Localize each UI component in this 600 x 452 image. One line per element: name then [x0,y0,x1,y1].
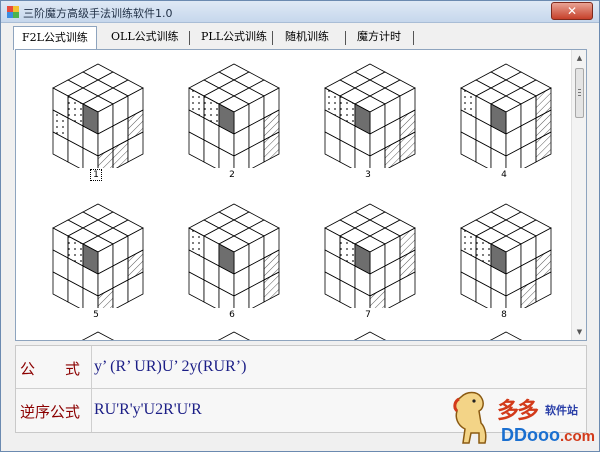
app-grid-icon [7,6,19,18]
formula-label: 公 式 [20,360,81,378]
f2l-case[interactable]: 7 [308,198,428,328]
tab-random[interactable]: 随机训练 [277,27,337,49]
site-watermark: 多多 软件站 DDooo.com [447,387,600,452]
f2l-case[interactable]: 4 [444,58,564,188]
cube-diagram [460,63,552,168]
f2l-case[interactable]: 2 [172,58,292,188]
f2l-case[interactable]: 8 [444,198,564,328]
cube-diagram [460,203,552,308]
f2l-case[interactable]: 3 [308,58,428,188]
case-number-label: 7 [365,310,371,320]
scroll-up-icon[interactable]: ▲ [574,52,585,64]
cube-diagram [188,63,280,168]
tab-divider [413,31,414,45]
tab-bar: F2L公式训练 OLL公式训练 PLL公式训练 随机训练 魔方计时 [9,26,593,50]
cube-diagram [188,203,280,308]
cube-diagram [52,203,144,308]
tab-oll[interactable]: OLL公式训练 [103,27,187,49]
watermark-brand: 多多 [497,398,539,424]
case-number-label: 5 [93,310,99,320]
app-window: 三阶魔方高级手法训练软件1.0 ✕ F2L公式训练 OLL公式训练 PLL公式训… [0,0,600,452]
case-number-label: 1 [90,169,102,181]
f2l-case-partial[interactable] [172,326,292,340]
scroll-thumb[interactable] [575,68,584,118]
cube-diagram [52,63,144,168]
case-number-label: 6 [229,310,235,320]
tab-divider [189,31,190,45]
case-panel: 1 2 3 4 5 6 7 8 ▲ ▼ [15,49,587,341]
vertical-scrollbar[interactable]: ▲ ▼ [571,50,586,340]
reverse-formula-value: RU'R'y'U2R'U'R [94,401,202,418]
title-bar[interactable]: 三阶魔方高级手法训练软件1.0 ✕ [1,1,599,23]
horse-logo-icon [453,391,487,444]
tab-pll[interactable]: PLL公式训练 [193,27,275,49]
tab-divider [272,31,273,45]
tab-f2l[interactable]: F2L公式训练 [13,26,97,50]
reverse-formula-label: 逆序公式 [20,403,81,421]
f2l-case-partial[interactable] [36,326,156,340]
case-number-label: 8 [501,310,507,320]
f2l-case[interactable]: 1 [36,58,156,188]
watermark-subtitle: 软件站 [545,404,578,417]
case-number-label: 4 [501,170,507,180]
tab-timer[interactable]: 魔方计时 [349,27,409,49]
tab-divider [345,31,346,45]
case-number-label: 3 [365,170,371,180]
formula-value: y’ (R’ UR)U’ 2y(RUR’) [94,358,247,375]
scroll-down-icon[interactable]: ▼ [574,326,585,338]
close-button[interactable]: ✕ [551,2,593,20]
f2l-case-partial[interactable] [308,326,428,340]
case-number-label: 2 [229,170,235,180]
f2l-case[interactable]: 5 [36,198,156,328]
window-title: 三阶魔方高级手法训练软件1.0 [23,7,173,20]
watermark-url: DDooo.com [501,425,595,445]
f2l-case[interactable]: 6 [172,198,292,328]
cube-diagram [324,63,416,168]
case-grid: 1 2 3 4 5 6 7 8 [16,50,572,340]
cube-diagram [324,203,416,308]
f2l-case-partial[interactable] [444,326,564,340]
